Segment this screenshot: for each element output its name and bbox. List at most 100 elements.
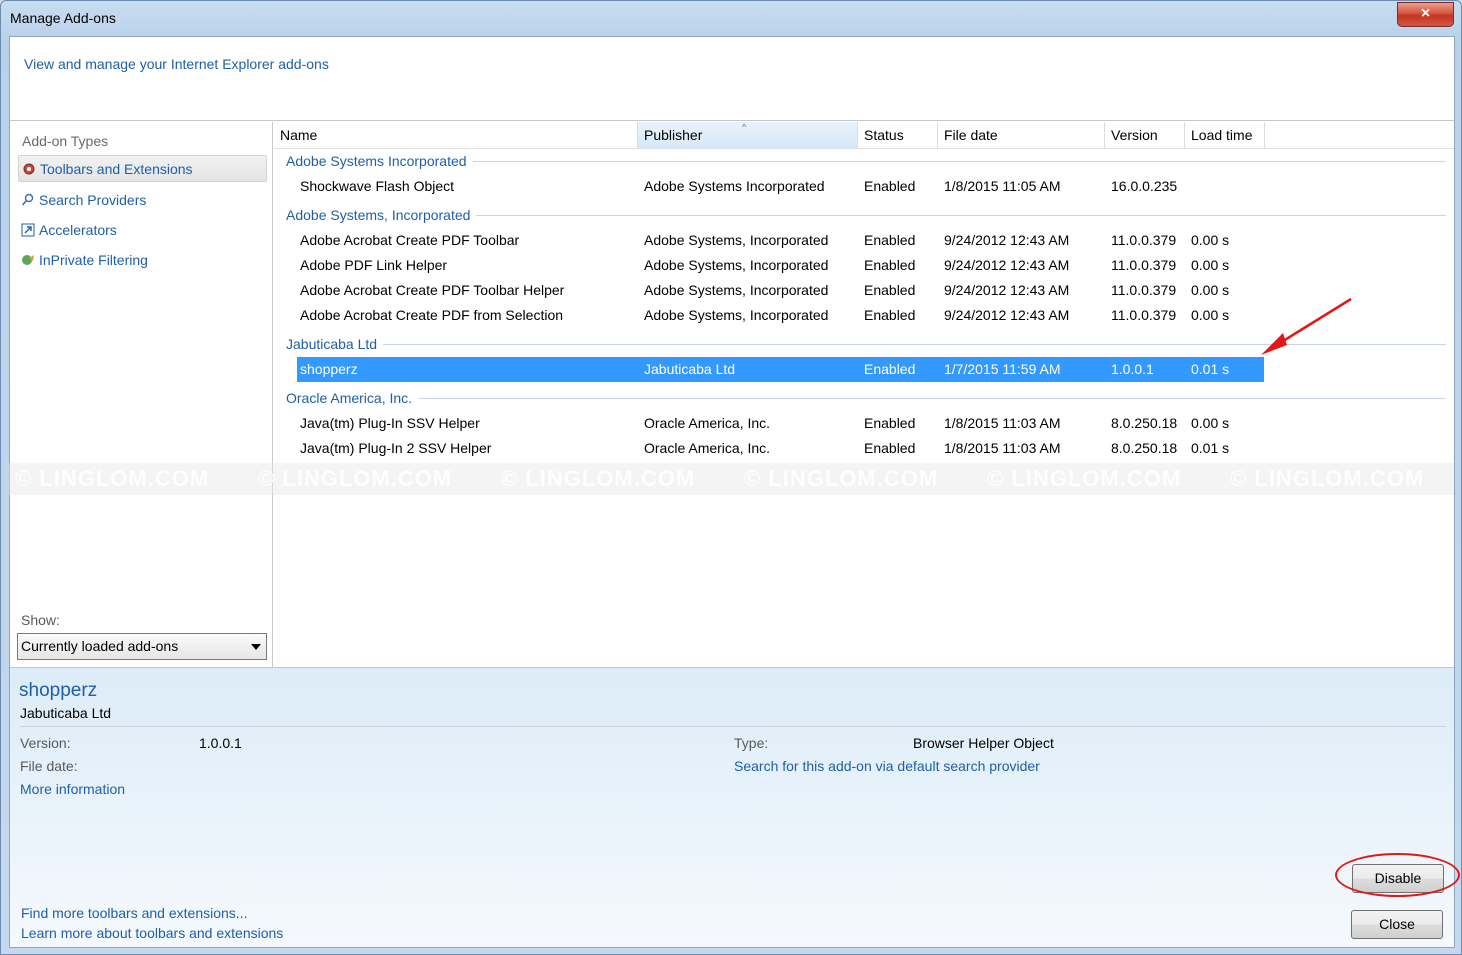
cell-load-time: 0.01 s bbox=[1191, 440, 1230, 456]
table-row-selected[interactable]: shopperz Jabuticaba Ltd Enabled 1/7/2015… bbox=[297, 357, 1264, 382]
show-label: Show: bbox=[21, 612, 60, 628]
version-value: 1.0.0.1 bbox=[199, 735, 242, 751]
annotation-arrow-icon bbox=[1261, 297, 1352, 355]
sidebar-item-toolbars[interactable]: Toolbars and Extensions bbox=[18, 155, 267, 182]
column-header-version[interactable]: Version bbox=[1105, 122, 1185, 148]
group-title: Jabuticaba Ltd bbox=[286, 336, 378, 352]
group-divider bbox=[476, 214, 1446, 216]
header-description: View and manage your Internet Explorer a… bbox=[24, 56, 329, 72]
table-row[interactable]: Java(tm) Plug-In 2 SSV Helper Oracle Ame… bbox=[297, 436, 1264, 461]
cell-publisher: Oracle America, Inc. bbox=[644, 440, 771, 456]
cell-name: Adobe Acrobat Create PDF from Selection bbox=[300, 307, 564, 323]
cell-version: 11.0.0.379 bbox=[1111, 257, 1177, 273]
group-title: Adobe Systems, Incorporated bbox=[286, 207, 471, 223]
find-more-link[interactable]: Find more toolbars and extensions... bbox=[21, 905, 247, 921]
watermark-text: © LINGLOM.COM bbox=[1230, 466, 1425, 491]
watermark-text: © LINGLOM.COM bbox=[258, 466, 453, 491]
sidebar-item-label: Search Providers bbox=[39, 192, 147, 208]
details-pane: shopperz Jabuticaba Ltd Version: 1.0.0.1… bbox=[10, 667, 1454, 947]
sidebar-item-label: Toolbars and Extensions bbox=[40, 161, 193, 177]
cell-name: shopperz bbox=[300, 361, 358, 377]
watermark-text: © LINGLOM.COM bbox=[15, 466, 210, 491]
cell-load-time: 0.00 s bbox=[1191, 307, 1230, 323]
cell-version: 16.0.0.235 bbox=[1111, 178, 1178, 194]
cell-version: 11.0.0.379 bbox=[1111, 282, 1177, 298]
sort-ascending-icon: ^ bbox=[742, 122, 747, 132]
accelerator-icon bbox=[21, 223, 35, 237]
column-header-load-time[interactable]: Load time bbox=[1185, 122, 1265, 148]
cell-name: Shockwave Flash Object bbox=[300, 178, 455, 194]
column-header-file-date[interactable]: File date bbox=[938, 122, 1105, 148]
cell-status: Enabled bbox=[864, 282, 916, 298]
search-addon-link[interactable]: Search for this add-on via default searc… bbox=[734, 758, 1040, 774]
sidebar-item-search-providers[interactable]: Search Providers bbox=[18, 187, 267, 214]
selected-addon-name: shopperz bbox=[19, 680, 98, 701]
watermark: © LINGLOM.COM © LINGLOM.COM © LINGLOM.COM ©… bbox=[9, 463, 1454, 495]
table-row[interactable]: Adobe Acrobat Create PDF Toolbar Adobe S… bbox=[297, 228, 1264, 253]
watermark-text: © LINGLOM.COM bbox=[987, 466, 1182, 491]
cell-name: Adobe PDF Link Helper bbox=[300, 257, 448, 273]
watermark-text: © LINGLOM.COM bbox=[501, 466, 696, 491]
group-divider bbox=[418, 397, 1446, 399]
cell-status: Enabled bbox=[864, 361, 916, 377]
learn-more-link[interactable]: Learn more about toolbars and extensions bbox=[21, 925, 283, 941]
cell-name: Java(tm) Plug-In 2 SSV Helper bbox=[300, 440, 492, 456]
group-title: Oracle America, Inc. bbox=[286, 390, 413, 406]
cell-file-date: 1/7/2015 11:59 AM bbox=[944, 361, 1061, 377]
inprivate-icon bbox=[21, 253, 35, 267]
cell-status: Enabled bbox=[864, 415, 916, 431]
cell-version: 11.0.0.379 bbox=[1111, 232, 1177, 248]
sidebar-item-inprivate-filtering[interactable]: InPrivate Filtering bbox=[18, 247, 267, 274]
window-title: Manage Add-ons bbox=[10, 10, 116, 26]
cell-file-date: 9/24/2012 12:43 AM bbox=[944, 257, 1070, 273]
sidebar-item-label: InPrivate Filtering bbox=[39, 252, 148, 268]
cell-file-date: 1/8/2015 11:03 AM bbox=[944, 415, 1061, 431]
table-row[interactable]: Adobe Acrobat Create PDF Toolbar Helper … bbox=[297, 278, 1264, 303]
cell-name: Adobe Acrobat Create PDF Toolbar bbox=[300, 232, 520, 248]
cell-version: 11.0.0.379 bbox=[1111, 307, 1177, 323]
table-row[interactable]: Adobe PDF Link Helper Adobe Systems, Inc… bbox=[297, 253, 1264, 278]
details-divider bbox=[20, 726, 1446, 727]
cell-publisher: Adobe Systems, Incorporated bbox=[644, 232, 829, 248]
cell-status: Enabled bbox=[864, 178, 916, 194]
cell-load-time: 0.00 s bbox=[1191, 232, 1230, 248]
cell-load-time: 0.00 s bbox=[1191, 257, 1230, 273]
group-divider bbox=[472, 160, 1446, 162]
cell-status: Enabled bbox=[864, 307, 916, 323]
annotation-highlight bbox=[1335, 853, 1460, 897]
watermark-text: © LINGLOM.COM bbox=[744, 466, 939, 491]
table-row[interactable]: Adobe Acrobat Create PDF from Selection … bbox=[297, 303, 1264, 328]
addon-types-heading: Add-on Types bbox=[22, 133, 109, 149]
column-header-label: Publisher bbox=[644, 127, 703, 143]
cell-load-time: 0.00 s bbox=[1191, 282, 1230, 298]
column-header-status[interactable]: Status bbox=[858, 122, 938, 148]
column-header-name[interactable]: Name bbox=[274, 122, 638, 148]
column-header-publisher[interactable]: ^ Publisher bbox=[638, 122, 858, 148]
table-row[interactable]: Java(tm) Plug-In SSV Helper Oracle Ameri… bbox=[297, 411, 1264, 436]
selected-addon-publisher: Jabuticaba Ltd bbox=[20, 705, 112, 721]
version-label: Version: bbox=[20, 735, 71, 751]
window-close-button[interactable]: × bbox=[1397, 2, 1454, 27]
group-header: Adobe Systems Incorporated bbox=[286, 150, 1446, 172]
more-information-link[interactable]: More information bbox=[20, 781, 125, 797]
file-date-label: File date: bbox=[20, 758, 78, 774]
cell-publisher: Adobe Systems, Incorporated bbox=[644, 307, 829, 323]
cell-load-time: 0.01 s bbox=[1191, 361, 1230, 377]
show-dropdown[interactable]: Currently loaded add-ons bbox=[17, 633, 267, 660]
gear-icon bbox=[22, 162, 36, 176]
group-title: Adobe Systems Incorporated bbox=[286, 153, 467, 169]
chevron-down-icon bbox=[251, 644, 261, 650]
header-divider bbox=[274, 148, 1454, 149]
table-row[interactable]: Shockwave Flash Object Adobe Systems Inc… bbox=[297, 174, 1264, 199]
sidebar-item-label: Accelerators bbox=[39, 222, 117, 238]
search-icon bbox=[21, 193, 35, 207]
show-dropdown-value: Currently loaded add-ons bbox=[21, 638, 179, 654]
addon-types-sidebar: Add-on Types Toolbars and Extensions Sea… bbox=[10, 122, 273, 667]
sidebar-item-accelerators[interactable]: Accelerators bbox=[18, 217, 267, 244]
cell-version: 8.0.250.18 bbox=[1111, 415, 1178, 431]
cell-version: 1.0.0.1 bbox=[1111, 361, 1154, 377]
cell-publisher: Jabuticaba Ltd bbox=[644, 361, 736, 377]
title-bar: Manage Add-ons × bbox=[1, 1, 1461, 35]
header-area: View and manage your Internet Explorer a… bbox=[10, 37, 1454, 121]
close-button[interactable]: Close bbox=[1351, 910, 1443, 939]
